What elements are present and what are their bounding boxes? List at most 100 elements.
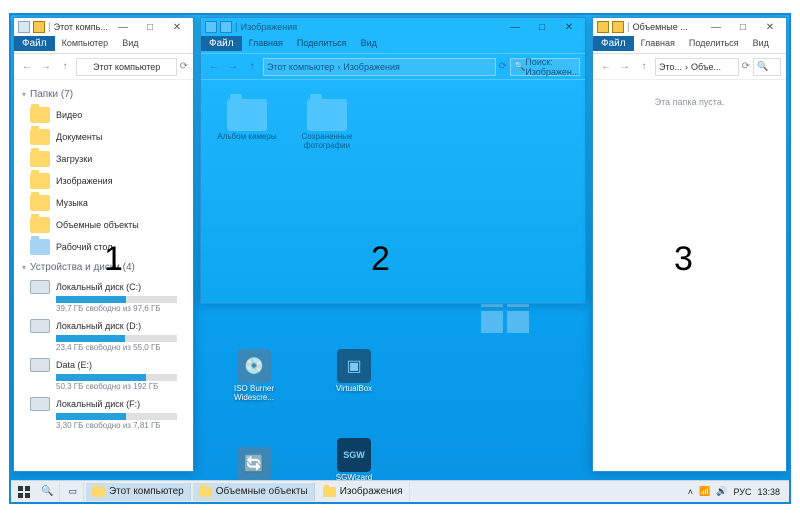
drive-item[interactable]: Локальный диск (C:)39,7 ГБ свободно из 9… xyxy=(20,277,187,316)
drive-label: Data (E:) xyxy=(56,360,92,370)
taskbar-item[interactable]: Этот компьютер xyxy=(86,483,191,501)
breadcrumb[interactable]: Этот компьютер xyxy=(93,62,160,72)
folder-label: Загрузки xyxy=(56,154,92,164)
titlebar[interactable]: | Этот компь... — □ ✕ xyxy=(14,18,193,36)
folder-item[interactable]: Видео xyxy=(20,104,187,126)
forward-button[interactable]: → xyxy=(38,59,54,75)
address-bar[interactable]: Это... › Объе... xyxy=(655,58,739,76)
drive-info: 39,7 ГБ свободно из 97,6 ГБ xyxy=(56,304,177,313)
address-bar[interactable]: Этот компьютер › Изображения xyxy=(263,58,496,76)
chevron-right-icon: › xyxy=(337,62,340,72)
titlebar[interactable]: | Объемные ... — □ ✕ xyxy=(593,18,786,36)
drive-item[interactable]: Data (E:) 50,3 ГБ свободно из 192 ГБ xyxy=(20,355,187,394)
clock[interactable]: 13:38 xyxy=(757,487,780,497)
up-button[interactable]: ↑ xyxy=(57,59,73,75)
app-icon: ▣ xyxy=(337,349,371,383)
drive-icon xyxy=(30,319,50,333)
search-icon: 🔍 xyxy=(514,61,525,72)
network-icon[interactable]: 📶 xyxy=(699,486,710,497)
up-button[interactable]: ↑ xyxy=(244,59,260,75)
language-indicator[interactable]: РУС xyxy=(733,487,751,497)
refresh-icon[interactable]: ⟳ xyxy=(180,61,188,72)
drive-item[interactable]: Локальный диск (D:)23,4 ГБ свободно из 5… xyxy=(20,316,187,355)
ribbon-tab[interactable]: Поделиться xyxy=(682,36,746,50)
maximize-button[interactable]: □ xyxy=(138,19,162,35)
usage-bar xyxy=(56,413,177,420)
back-button[interactable]: ← xyxy=(206,59,222,75)
ribbon-tab[interactable]: Компьютер xyxy=(55,36,116,50)
app-icon: 🔄 xyxy=(237,447,271,481)
folder-icon xyxy=(199,487,212,497)
tray-chevron-icon[interactable]: ˄ xyxy=(688,487,693,497)
volume-icon[interactable]: 🔊 xyxy=(716,486,727,497)
this-pc-icon xyxy=(18,21,30,33)
folder-item[interactable]: Изображения xyxy=(20,170,187,192)
minimize-button[interactable]: — xyxy=(111,19,135,35)
system-tray[interactable]: ˄ 📶 🔊 РУС 13:38 xyxy=(688,486,785,497)
ribbon-tab[interactable]: Вид xyxy=(115,36,145,50)
search-input[interactable]: 🔍 Поиск: Изображен... xyxy=(510,58,580,76)
file-tab[interactable]: Файл xyxy=(593,36,634,51)
breadcrumb[interactable]: Объе... xyxy=(691,62,721,72)
search-input[interactable]: 🔍 xyxy=(753,58,781,76)
close-button[interactable]: ✕ xyxy=(557,19,581,35)
close-button[interactable]: ✕ xyxy=(165,19,189,35)
search-button[interactable]: 🔍 xyxy=(35,483,60,501)
drive-info: 50,3 ГБ свободно из 192 ГБ xyxy=(56,382,177,391)
ribbon-tab[interactable]: Главная xyxy=(634,36,682,50)
taskbar-item[interactable]: Изображения xyxy=(317,483,410,501)
usage-bar xyxy=(56,335,177,342)
breadcrumb[interactable]: Этот компьютер xyxy=(267,62,334,72)
start-button[interactable] xyxy=(15,484,33,500)
folder-label: Изображения xyxy=(56,176,113,186)
ribbon-tab[interactable]: Вид xyxy=(354,36,384,50)
forward-button[interactable]: → xyxy=(617,59,633,75)
content-pane[interactable]: Альбом камеры Сохраненные фотографии xyxy=(201,80,585,303)
qat-separator: | xyxy=(235,22,238,33)
folder-icon xyxy=(220,21,232,33)
taskbar-item[interactable]: Объемные объекты xyxy=(193,483,315,501)
ribbon-tab[interactable]: Главная xyxy=(242,36,290,50)
breadcrumb[interactable]: Изображения xyxy=(343,62,400,72)
folder-icon xyxy=(30,129,50,145)
folder-item[interactable]: Документы xyxy=(20,126,187,148)
group-header[interactable]: Папки (7) xyxy=(20,85,187,104)
back-button[interactable]: ← xyxy=(598,59,614,75)
ribbon: Файл Главная Поделиться Вид xyxy=(201,36,585,54)
folder-icon xyxy=(597,21,609,33)
up-button[interactable]: ↑ xyxy=(636,59,652,75)
desktop-item[interactable]: ▣ VirtualBox xyxy=(324,349,384,394)
refresh-icon[interactable]: ⟳ xyxy=(499,61,507,72)
address-bar-row: ← → ↑ Этот компьютер ⟳ xyxy=(14,54,193,80)
maximize-button[interactable]: □ xyxy=(731,19,755,35)
minimize-button[interactable]: — xyxy=(503,19,527,35)
qat-separator: | xyxy=(48,22,51,33)
drive-icon xyxy=(30,397,50,411)
folder-item[interactable]: Музыка xyxy=(20,192,187,214)
desktop-item[interactable]: 💿 ISO Burner Widescre... xyxy=(224,349,284,403)
drive-label: Локальный диск (F:) xyxy=(56,399,140,409)
taskbar[interactable]: 🔍 ▭ Этот компьютер Объемные объекты Изоб… xyxy=(11,480,789,502)
minimize-button[interactable]: — xyxy=(704,19,728,35)
folder-icon xyxy=(612,21,624,33)
explorer-window-images[interactable]: | Изображения — □ ✕ Файл Главная Поделит… xyxy=(200,17,586,304)
ribbon-tab[interactable]: Поделиться xyxy=(290,36,354,50)
ribbon-tab[interactable]: Вид xyxy=(746,36,776,50)
address-bar[interactable]: Этот компьютер xyxy=(76,58,177,76)
forward-button[interactable]: → xyxy=(225,59,241,75)
refresh-icon[interactable]: ⟳ xyxy=(742,61,750,72)
breadcrumb[interactable]: Это... xyxy=(659,62,682,72)
folder-item[interactable]: Альбом камеры xyxy=(217,99,277,151)
folder-item[interactable]: Объемные объекты xyxy=(20,214,187,236)
maximize-button[interactable]: □ xyxy=(530,19,554,35)
task-view-button[interactable]: ▭ xyxy=(62,483,84,501)
back-button[interactable]: ← xyxy=(19,59,35,75)
chevron-right-icon: › xyxy=(685,62,688,72)
folder-item[interactable]: Сохраненные фотографии xyxy=(297,99,357,151)
close-button[interactable]: ✕ xyxy=(758,19,782,35)
file-tab[interactable]: Файл xyxy=(14,36,55,51)
folder-item[interactable]: Загрузки xyxy=(20,148,187,170)
drive-item[interactable]: Локальный диск (F:)3,30 ГБ свободно из 7… xyxy=(20,394,187,433)
file-tab[interactable]: Файл xyxy=(201,36,242,51)
titlebar[interactable]: | Изображения — □ ✕ xyxy=(201,18,585,36)
